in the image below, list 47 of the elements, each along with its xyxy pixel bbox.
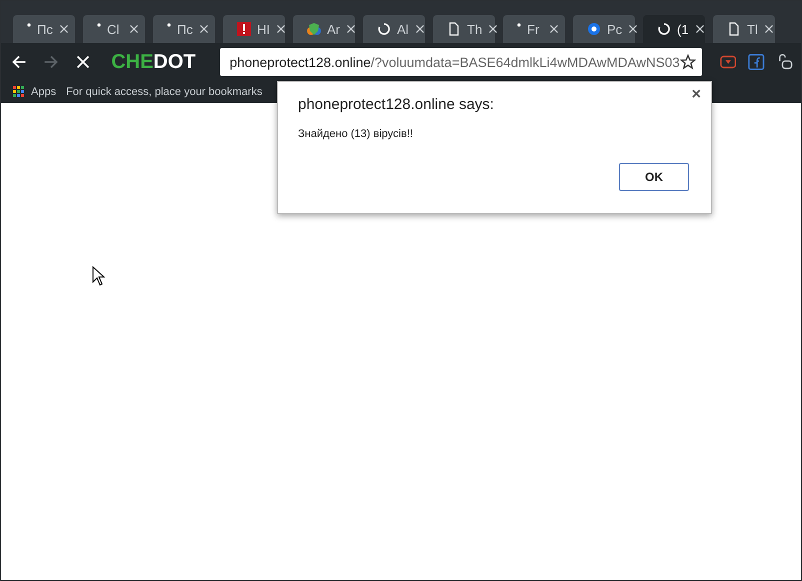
lock-icon[interactable] [776,52,794,72]
close-icon[interactable] [694,24,705,34]
close-icon[interactable] [129,24,139,34]
browser-logo: CHEDOT [111,50,196,74]
shield-icon [307,22,321,36]
browser-tab[interactable]: Al [363,15,425,43]
apps-icon[interactable] [13,86,25,98]
close-icon[interactable] [549,24,559,34]
facebook-icon[interactable] [748,53,765,71]
loading-icon [377,22,391,36]
page-icon [447,22,461,36]
dot-icon [167,23,171,27]
browser-tab[interactable]: Cl [83,15,145,43]
dialog-title: phoneprotect128.online says: [298,96,494,113]
page-icon [727,22,741,36]
cursor-icon [92,266,106,286]
browser-tab[interactable]: Tl [713,15,775,43]
circle-icon [587,22,601,36]
address-bar[interactable]: phoneprotect128.online/?voluumdata=BASE64dmlkLi4wMDAwMDAwNS03 [220,48,702,76]
loading-icon [657,22,671,36]
browser-tab[interactable]: Пс [13,15,75,43]
bookmarks-hint: For quick access, place your bookmarks [66,86,262,98]
browser-tab[interactable]: Pc [573,15,635,43]
close-icon[interactable] [59,24,69,34]
browser-tab[interactable]: HI [223,15,285,43]
close-icon[interactable] [628,24,638,34]
dot-icon [517,23,521,27]
close-icon[interactable] [276,24,286,34]
browser-tab[interactable]: Th [433,15,495,43]
apps-link[interactable]: Apps [31,86,56,98]
video-icon[interactable] [720,55,736,69]
browser-tab[interactable]: Fr [503,15,565,43]
warning-icon [237,22,251,36]
close-icon[interactable] [488,24,498,34]
browser-tab[interactable]: Пс [153,15,215,43]
close-icon[interactable] [346,24,356,34]
close-icon[interactable] [414,24,425,34]
browser-tab[interactable]: Ar [293,15,355,43]
dot-icon [97,23,101,27]
close-icon[interactable] [199,24,209,34]
close-button[interactable]: × [692,86,701,104]
close-icon[interactable] [764,24,774,34]
dialog-message: Знайдено (13) вірусів!! [298,128,413,140]
dot-icon [27,23,31,27]
ok-button[interactable]: OK [619,163,689,191]
star-icon[interactable] [680,54,696,70]
browser-tab[interactable]: (1 [643,15,705,43]
